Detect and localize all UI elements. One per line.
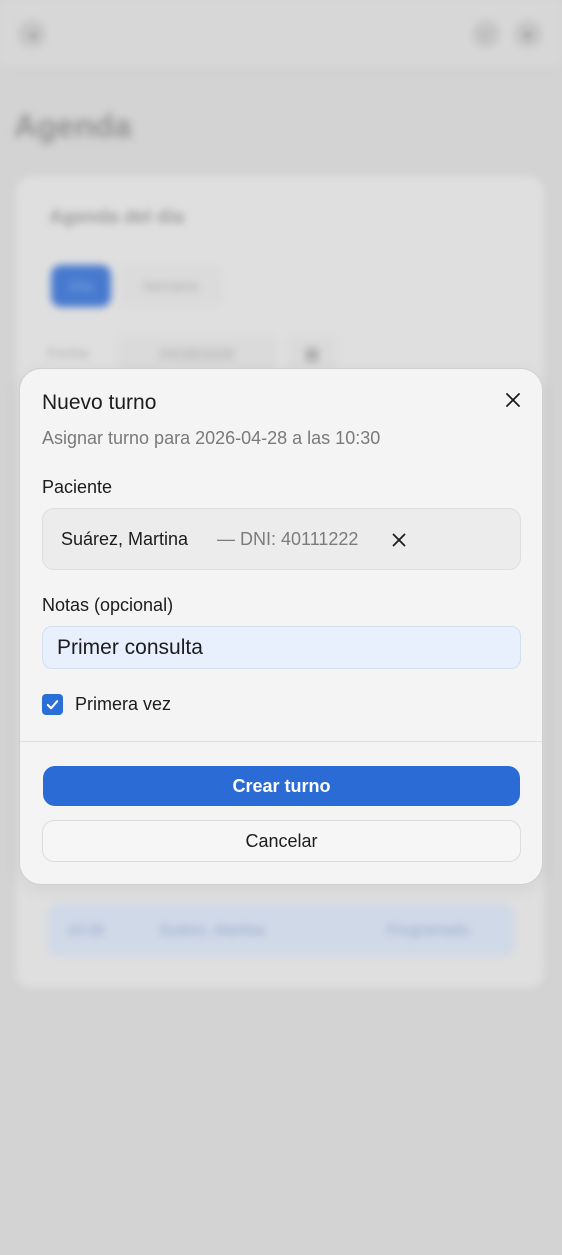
close-button[interactable] (498, 385, 528, 415)
close-icon (506, 393, 520, 407)
new-appointment-dialog: Nuevo turno Asignar turno para 2026-04-2… (19, 368, 543, 885)
notes-label: Notas (opcional) (42, 595, 174, 615)
patient-selector[interactable]: Suárez, Martina — DNI: 40111222 (42, 508, 521, 570)
cancel-button[interactable]: Cancelar (42, 820, 521, 862)
patient-label: Paciente (42, 477, 113, 497)
app-root: ◂ ⌕ ● Agenda Agenda del día Día Semana F… (0, 0, 562, 1255)
first-time-checkbox[interactable] (42, 694, 63, 715)
first-time-label[interactable]: Primera vez (75, 694, 171, 715)
close-icon (392, 533, 406, 547)
create-appointment-button[interactable]: Crear turno (43, 766, 520, 806)
check-icon (46, 700, 59, 710)
notes-input[interactable] (42, 626, 521, 669)
dialog-subtitle: Asignar turno para 2026-04-28 a las 10:3… (42, 428, 381, 448)
patient-name: Suárez, Martina (61, 529, 189, 549)
dialog-title: Nuevo turno (42, 391, 157, 414)
patient-dni: — DNI: 40111222 (217, 529, 359, 549)
divider (20, 741, 542, 742)
clear-patient-button[interactable] (387, 528, 411, 552)
